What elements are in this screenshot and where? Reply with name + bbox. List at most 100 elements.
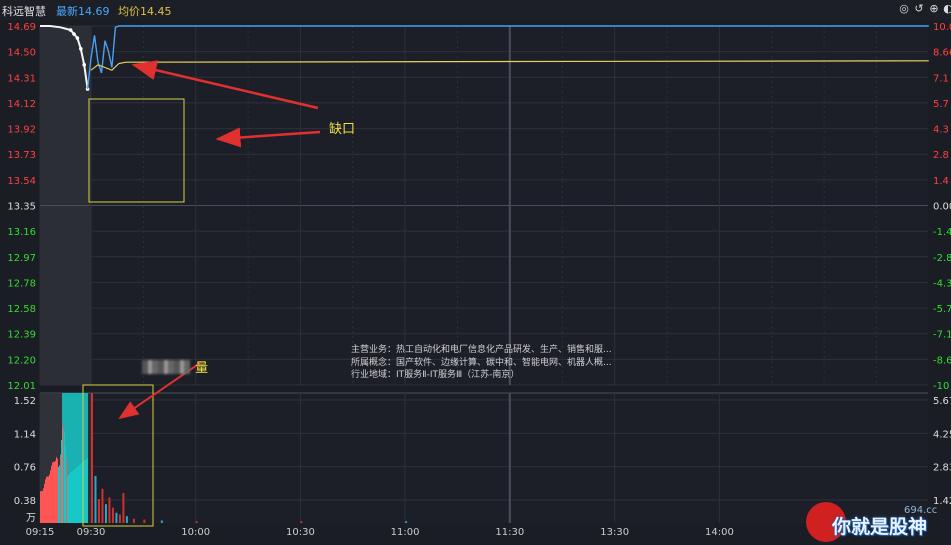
auction-volume-upper xyxy=(74,393,75,469)
auction-volume-upper xyxy=(70,393,71,473)
pct-tick-label: -2.8 xyxy=(933,253,951,264)
auction-volume-bar xyxy=(46,476,47,523)
pct-tick-label: -1.4 xyxy=(933,227,951,238)
price-tick-label: 13.73 xyxy=(7,150,36,161)
auction-volume-upper xyxy=(64,393,65,432)
auction-volume-bar xyxy=(40,491,41,523)
auction-volume-upper xyxy=(60,393,61,455)
auction-price-point xyxy=(68,28,73,32)
pct-tick-label: -8.6 xyxy=(933,355,951,366)
volume-bar xyxy=(97,499,100,523)
auction-volume-upper xyxy=(79,393,80,465)
auction-volume-bar xyxy=(68,474,69,523)
auction-volume-bar xyxy=(59,465,60,523)
auction-volume-upper xyxy=(54,393,55,462)
volume-bar xyxy=(405,521,408,523)
price-tick-label: 14.31 xyxy=(7,73,36,84)
auction-volume-bar xyxy=(81,462,82,523)
volume-bar xyxy=(125,516,128,523)
volume-bar xyxy=(300,521,303,523)
intraday-chart[interactable]: 14.69 10.0 14.50 8.66 14.31 7.1 14.12 5.7 13.92 4… xyxy=(0,0,951,545)
volume-unit-label: 万 xyxy=(26,513,36,524)
auction-volume-upper xyxy=(72,393,73,471)
pct-tick-label: 7.1 xyxy=(933,73,949,84)
auction-volume-upper xyxy=(45,393,46,480)
auction-volume-upper xyxy=(53,393,54,462)
volume-right-tick-label: 2.83 xyxy=(933,463,951,474)
pct-tick-label: 4.3 xyxy=(933,125,949,136)
auction-volume-upper xyxy=(55,393,56,461)
volume-label: 量 xyxy=(195,361,209,376)
auction-volume-upper xyxy=(63,393,64,425)
volume-tick-label: 0.76 xyxy=(14,463,36,474)
volume-bar xyxy=(115,512,118,523)
auction-volume-upper xyxy=(77,393,78,467)
auction-volume-bar xyxy=(49,474,50,523)
auction-volume-bar xyxy=(48,476,49,523)
auction-volume-upper xyxy=(52,393,53,463)
auction-volume-upper xyxy=(59,393,60,466)
auction-volume-bar xyxy=(61,439,62,523)
auction-volume-bar xyxy=(53,461,54,523)
auction-price-point xyxy=(75,36,80,40)
auction-volume-bar xyxy=(63,424,64,523)
auction-volume-bar xyxy=(74,468,75,523)
auction-volume-bar xyxy=(52,462,53,523)
auction-volume-bar xyxy=(47,476,48,523)
time-tick-label: 09:15 xyxy=(26,527,55,538)
auction-volume-bar xyxy=(62,428,63,523)
time-tick-label: 14:00 xyxy=(705,527,734,538)
auction-volume-upper xyxy=(84,393,85,460)
auction-volume-upper xyxy=(58,393,59,467)
auction-volume-upper xyxy=(75,393,76,469)
info-concepts: 所属概念：国产软件、边缘计算、碳中和、智能电网、机器人概... xyxy=(351,357,612,368)
auction-volume-bar xyxy=(79,464,80,523)
info-industry: 行业地域：IT服务Ⅱ-IT服务Ⅲ（江苏-南京） xyxy=(351,370,520,380)
volume-bar xyxy=(122,493,125,523)
pct-tick-label: -7.1 xyxy=(933,330,951,341)
auction-volume-upper xyxy=(67,393,68,476)
volume-bar xyxy=(118,514,121,523)
volume-tick-label: 1.52 xyxy=(14,396,36,407)
auction-volume-upper xyxy=(71,393,72,472)
auction-volume-upper xyxy=(41,393,42,492)
volume-bar xyxy=(91,393,93,523)
price-tick-label: 14.69 xyxy=(7,22,36,33)
auction-volume-upper xyxy=(49,393,50,475)
time-tick-label: 10:00 xyxy=(181,527,210,538)
pct-tick-label: 10.0 xyxy=(933,22,951,33)
auction-volume-bar xyxy=(67,475,68,523)
auction-volume-upper xyxy=(81,393,82,463)
auction-volume-upper xyxy=(57,393,58,459)
auction-volume-upper xyxy=(61,393,62,440)
company-info: 主营业务：热工自动化和电厂信息化产品研发、生产、销售和服... 所属概念：国产软… xyxy=(351,344,612,382)
auction-volume-upper xyxy=(62,393,63,429)
watermark-text: 你就是股神 xyxy=(832,516,928,538)
auction-volume-bar xyxy=(76,467,77,523)
auction-price-point xyxy=(79,46,83,51)
price-tick-label: 12.97 xyxy=(7,253,36,264)
auction-volume-bar xyxy=(73,469,74,523)
price-tick-label: 13.35 xyxy=(7,202,36,213)
auction-volume-upper xyxy=(43,393,44,489)
auction-volume-bar xyxy=(44,483,45,523)
auction-volume-bar xyxy=(64,431,65,523)
auction-volume-upper xyxy=(50,393,51,471)
auction-volume-bar xyxy=(57,458,58,523)
auction-volume-upper xyxy=(73,393,74,470)
volume-right-tick-label: 5.67 xyxy=(933,396,951,407)
pct-tick-label: 0.00 xyxy=(933,202,951,213)
auction-volume-upper xyxy=(86,393,87,459)
auction-volume-bar xyxy=(80,463,81,523)
auction-volume-bar xyxy=(60,454,61,523)
volume-bar xyxy=(143,519,146,523)
auction-volume-bar xyxy=(41,491,42,523)
time-tick-label: 09:30 xyxy=(77,527,106,538)
auction-volume-upper xyxy=(47,393,48,477)
auction-volume-bar xyxy=(45,479,46,523)
auction-volume-bar xyxy=(86,458,87,523)
volume-bar xyxy=(132,518,135,523)
volume-panel xyxy=(40,393,928,523)
auction-volume-bar xyxy=(77,466,78,523)
auction-price-point xyxy=(72,32,76,36)
